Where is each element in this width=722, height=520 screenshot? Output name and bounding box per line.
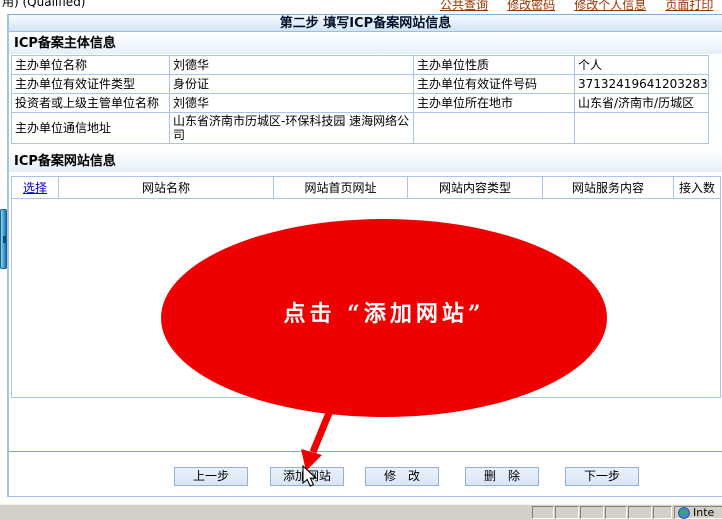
top-link-public-query[interactable]: 公共查询 bbox=[440, 0, 488, 12]
field-label bbox=[414, 113, 575, 144]
column-header-service-content: 网站服务内容 bbox=[543, 177, 674, 199]
column-header-access-count: 接入数 bbox=[674, 177, 721, 199]
status-bar: Inte bbox=[0, 504, 722, 520]
column-header-content-type: 网站内容类型 bbox=[408, 177, 543, 199]
subject-section-heading: ICP备案主体信息 bbox=[9, 33, 722, 54]
field-value: 身份证 bbox=[170, 75, 414, 94]
status-pane bbox=[532, 506, 554, 519]
field-label: 主办单位所在地市 bbox=[414, 94, 575, 113]
divider-line bbox=[9, 451, 722, 452]
field-label: 主办单位名称 bbox=[12, 56, 170, 75]
browser-viewport: 用) (Qualified) 公共查询 修改密码 修改个人信息 页面打印 退出 … bbox=[0, 0, 722, 520]
scrollbar-thumb-grip bbox=[3, 236, 6, 243]
globe-icon bbox=[678, 507, 690, 519]
delete-button[interactable]: 删 除 bbox=[465, 467, 539, 486]
status-pane bbox=[580, 506, 604, 519]
column-header-homepage-url: 网站首页网址 bbox=[274, 177, 408, 199]
status-pane bbox=[628, 506, 652, 519]
field-value bbox=[575, 113, 709, 144]
table-row: 主办单位通信地址 山东省济南市历城区-环保科技园 速海网络公司 bbox=[12, 113, 709, 144]
page-title: 第二步 填写ICP备案网站信息 bbox=[9, 15, 722, 32]
left-edge-scrollbar-thumb[interactable] bbox=[0, 209, 7, 269]
site-table-header-row: 选择 网站名称 网站首页网址 网站内容类型 网站服务内容 接入数 bbox=[12, 177, 721, 199]
field-label: 主办单位性质 bbox=[414, 56, 575, 75]
site-section-heading: ICP备案网站信息 bbox=[9, 151, 722, 172]
field-value: 刘德华 bbox=[170, 56, 414, 75]
annotation-ellipse: 点击 “添加网站” bbox=[161, 219, 607, 417]
modify-button[interactable]: 修 改 bbox=[365, 467, 439, 486]
status-pane bbox=[555, 506, 579, 519]
field-value: 个人 bbox=[575, 56, 709, 75]
table-row: 主办单位有效证件类型 身份证 主办单位有效证件号码 37132419641203… bbox=[12, 75, 709, 94]
top-link-print-page[interactable]: 页面打印 bbox=[665, 0, 713, 12]
column-header-site-name: 网站名称 bbox=[59, 177, 274, 199]
field-label: 主办单位有效证件号码 bbox=[414, 75, 575, 94]
prev-step-button[interactable]: 上一步 bbox=[174, 467, 248, 486]
field-label: 主办单位有效证件类型 bbox=[12, 75, 170, 94]
top-link-edit-profile[interactable]: 修改个人信息 bbox=[574, 0, 646, 12]
table-row: 投资者或上级主管单位名称 刘德华 主办单位所在地市 山东省/济南市/历城区 bbox=[12, 94, 709, 113]
field-label: 主办单位通信地址 bbox=[12, 113, 170, 144]
select-link[interactable]: 选择 bbox=[23, 181, 47, 195]
field-value: 山东省济南市历城区-环保科技园 速海网络公司 bbox=[170, 113, 414, 144]
annotation-text: 点击 “添加网站” bbox=[284, 296, 485, 328]
next-step-button[interactable]: 下一步 bbox=[565, 467, 639, 486]
status-pane bbox=[653, 506, 672, 519]
top-nav-links: 公共查询 修改密码 修改个人信息 页面打印 退出 bbox=[440, 0, 722, 13]
subject-info-table: 主办单位名称 刘德华 主办单位性质 个人 主办单位有效证件类型 身份证 主办单位… bbox=[11, 55, 709, 144]
field-value: 刘德华 bbox=[170, 94, 414, 113]
top-link-change-password[interactable]: 修改密码 bbox=[507, 0, 555, 12]
field-label: 投资者或上级主管单位名称 bbox=[12, 94, 170, 113]
field-value: 山东省/济南市/历城区 bbox=[575, 94, 709, 113]
zone-label: Inte bbox=[693, 506, 714, 519]
table-row: 主办单位名称 刘德华 主办单位性质 个人 bbox=[12, 56, 709, 75]
select-column-header: 选择 bbox=[12, 177, 59, 199]
field-value: 371324196412032834 bbox=[575, 75, 709, 94]
add-website-button[interactable]: 添加网站 bbox=[270, 467, 344, 486]
internet-zone-pane: Inte bbox=[674, 506, 722, 519]
status-pane bbox=[605, 506, 627, 519]
qualified-status-text: 用) (Qualified) bbox=[2, 0, 86, 10]
